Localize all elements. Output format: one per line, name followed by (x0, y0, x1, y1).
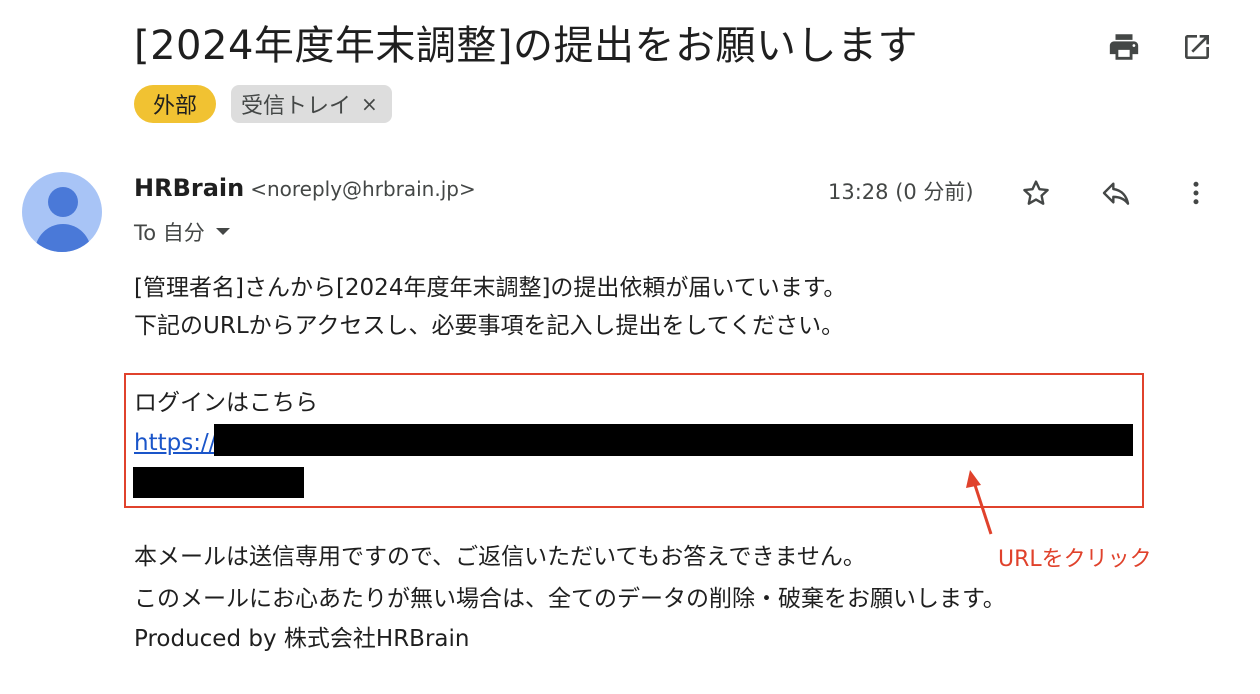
footer-line-3: Produced by 株式会社HRBrain (134, 626, 470, 652)
reply-icon (1102, 182, 1130, 205)
star-icon (1023, 180, 1049, 205)
sender-name[interactable]: HRBrain (134, 174, 244, 202)
label-inbox-text: 受信トレイ (241, 94, 352, 119)
avatar-icon-body (35, 224, 91, 252)
recipient-label: To 自分 (134, 221, 205, 245)
open-in-new-icon (1185, 35, 1209, 59)
open-in-new-window-button[interactable] (1177, 27, 1217, 67)
login-heading: ログインはこちら (134, 390, 318, 416)
recipient-details-toggle[interactable] (215, 227, 231, 237)
star-button[interactable] (1016, 173, 1056, 213)
body-line-1: [管理者名]さんから[2024年度年末調整]の提出依頼が届いています。 (134, 275, 847, 301)
login-link-text[interactable]: https:// (134, 430, 216, 456)
remove-label-button[interactable]: × (361, 92, 378, 116)
sender-avatar[interactable] (22, 172, 102, 252)
redacted-url-part-2 (133, 467, 304, 498)
redacted-url-part-1 (214, 424, 1133, 456)
chevron-down-icon (215, 228, 230, 235)
email-subject: [2024年度年末調整]の提出をお願いします (134, 23, 919, 69)
print-icon (1109, 34, 1139, 60)
avatar-icon (48, 187, 78, 217)
print-button[interactable] (1104, 27, 1144, 67)
reply-button[interactable] (1096, 173, 1136, 213)
label-external[interactable]: 外部 (134, 85, 216, 123)
recipient-line: To 自分 (134, 217, 231, 247)
email-timestamp: 13:28 (0 分前) (828, 180, 974, 204)
annotation-arrow (966, 470, 993, 535)
login-link[interactable]: https:// (134, 426, 216, 460)
more-options-button[interactable] (1176, 173, 1216, 213)
footer-line-2: このメールにお心あたりが無い場合は、全てのデータの削除・破棄をお願いします。 (134, 586, 1006, 612)
label-external-text: 外部 (152, 94, 197, 119)
sender-line: HRBrain <noreply@hrbrain.jp> (134, 174, 476, 202)
label-inbox[interactable]: 受信トレイ × (231, 85, 392, 123)
more-vert-icon (1193, 181, 1199, 205)
body-line-2: 下記のURLからアクセスし、必要事項を記入し提出をしてください。 (134, 313, 845, 339)
sender-email: <noreply@hrbrain.jp> (250, 177, 476, 201)
footer-line-1: 本メールは送信専用ですので、ご返信いただいてもお答えできません。 (134, 544, 866, 570)
annotation-text: URLをクリック (998, 547, 1152, 572)
